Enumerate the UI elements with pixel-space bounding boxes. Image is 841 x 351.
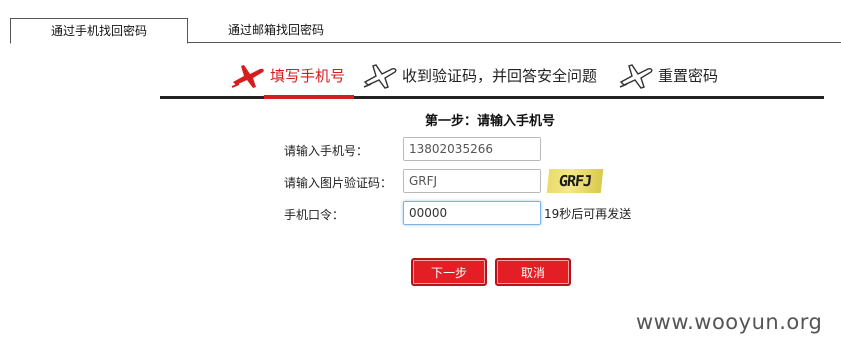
step-progress-active bbox=[264, 95, 354, 99]
resend-countdown: 19秒后可再发送 bbox=[544, 207, 632, 221]
airplane-icon bbox=[231, 65, 264, 88]
step-2: 收到验证码，并回答安全问题 bbox=[362, 60, 597, 90]
step-progress-bar bbox=[160, 96, 824, 99]
next-button[interactable]: 下一步 bbox=[411, 258, 487, 286]
step-3: 重置密码 bbox=[618, 60, 718, 90]
airplane-icon bbox=[363, 64, 397, 89]
tab-phone-recovery[interactable]: 通过手机找回密码 bbox=[10, 18, 188, 44]
cancel-button[interactable]: 取消 bbox=[495, 258, 571, 286]
step-3-label: 重置密码 bbox=[658, 66, 719, 85]
step-2-label: 收到验证码，并回答安全问题 bbox=[402, 66, 598, 85]
captcha-image[interactable]: GRFJ bbox=[546, 169, 604, 193]
form-title: 第一步：请输入手机号 bbox=[424, 114, 555, 129]
tab-email-recovery[interactable]: 通过邮箱找回密码 bbox=[196, 18, 356, 42]
airplane-icon bbox=[619, 64, 653, 89]
token-input[interactable] bbox=[403, 201, 541, 225]
watermark: www.wooyun.org bbox=[636, 310, 823, 334]
captcha-input[interactable] bbox=[403, 169, 541, 193]
phone-label: 请输入手机号： bbox=[284, 144, 369, 158]
phone-input[interactable] bbox=[403, 137, 541, 161]
step-1: 填写手机号 bbox=[230, 60, 345, 90]
step-1-label: 填写手机号 bbox=[270, 66, 346, 85]
captcha-label: 请输入图片验证码： bbox=[284, 176, 393, 190]
token-label: 手机口令： bbox=[284, 208, 345, 222]
